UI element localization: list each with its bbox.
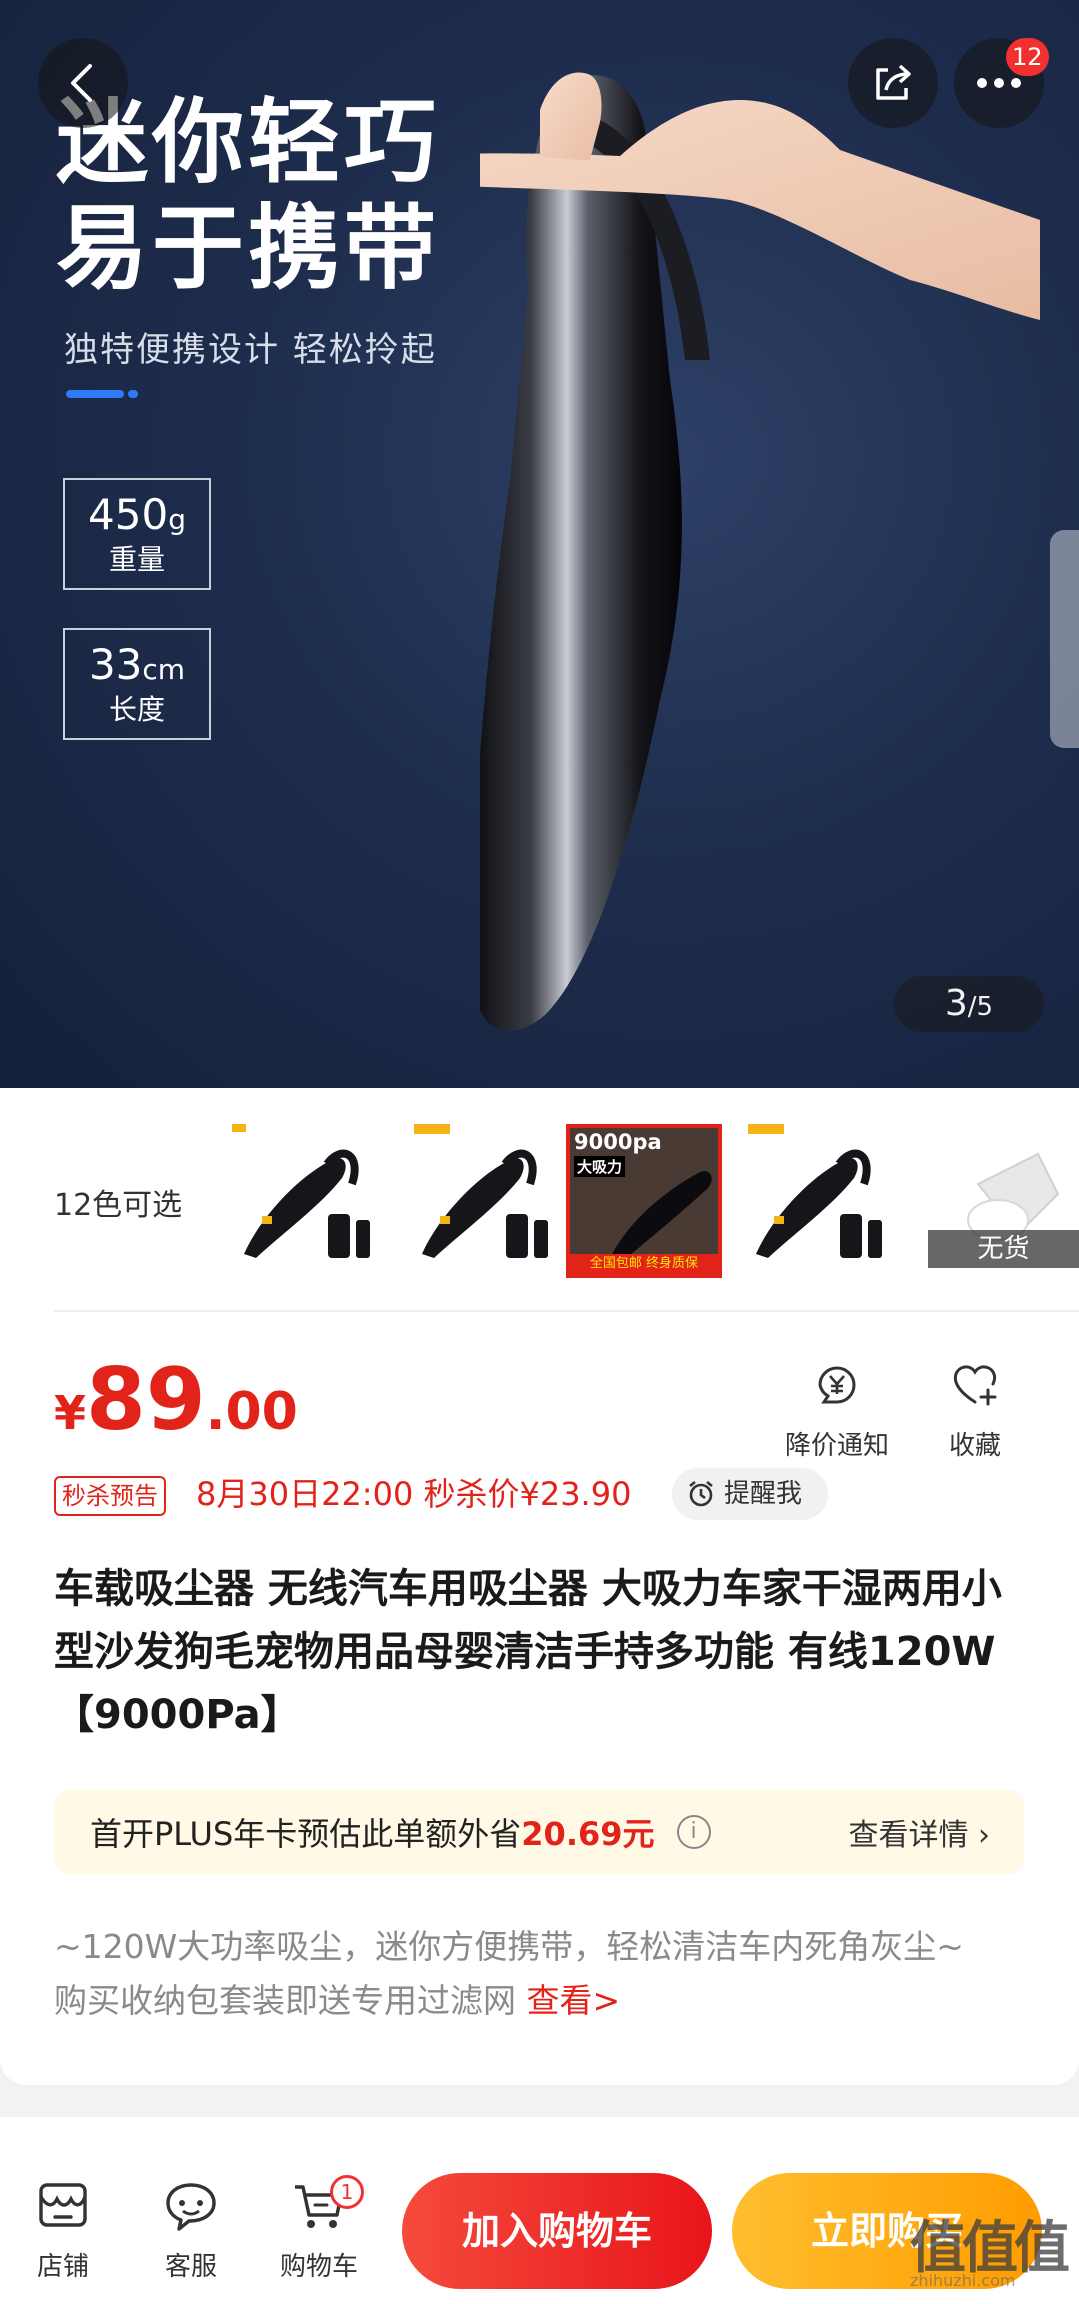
view-more-link[interactable]: 查看> — [527, 1981, 621, 2020]
plus-view-details-link[interactable]: 查看详情 › — [848, 1810, 990, 1854]
customer-service-label: 客服 — [164, 2252, 217, 2282]
remind-me-button[interactable]: 提醒我 — [672, 1468, 828, 1520]
share-icon — [876, 64, 911, 100]
variant-thumb[interactable] — [232, 1124, 388, 1278]
more-badge: 12 — [1006, 38, 1049, 76]
plus-savings-banner[interactable]: 首开PLUS年卡预估此单额外省 20.69元 i 查看详情 › — [54, 1790, 1024, 1874]
price: ¥89.00 — [54, 1350, 298, 1450]
hero-headline: 迷你轻巧 易于携带 — [56, 90, 440, 302]
heart-plus-icon — [953, 1365, 997, 1406]
out-of-stock-label: 无货 — [928, 1230, 1079, 1268]
spec-length: 33cm 长度 — [63, 628, 211, 740]
product-info-card: 12色可选 9000pa 大吸力 全国包邮 终身质保 无货 ¥89.00 降价通… — [0, 1088, 1079, 2085]
cart-count-badge: 1 — [330, 2175, 364, 2209]
image-counter: 3/5 — [894, 976, 1044, 1032]
variant-selected-footer: 全国包邮 终身质保 — [570, 1254, 718, 1274]
description-line2: 购买收纳包套装即送专用过滤网 — [54, 1981, 527, 2020]
chat-bubble-icon — [166, 2183, 216, 2231]
alarm-clock-icon — [689, 1480, 713, 1507]
chevron-left-icon — [71, 64, 92, 102]
info-icon[interactable]: i — [676, 1815, 711, 1849]
add-to-cart-button[interactable]: 加入购物车 — [402, 2173, 712, 2289]
shop-label: 店铺 — [36, 2252, 89, 2282]
divider — [54, 1310, 1079, 1312]
variant-thumb-selected[interactable]: 9000pa 大吸力 全国包邮 终身质保 — [566, 1124, 722, 1278]
variant-count-label: 12色可选 — [54, 1188, 183, 1223]
seckill-preview-text: 8月30日22:00 秒杀价¥23.90 — [196, 1475, 632, 1513]
hero-subtitle: 独特便携设计 轻松拎起 — [64, 330, 437, 370]
spec-weight: 450g 重量 — [63, 478, 211, 590]
product-description: ~120W大功率吸尘，迷你方便携带，轻松清洁车内死角灰尘~ 购买收纳包套装即送专… — [54, 1920, 1044, 2028]
favorite-label: 收藏 — [948, 1431, 1001, 1461]
price-alert-label: 降价通知 — [784, 1431, 889, 1461]
variant-thumb[interactable] — [744, 1124, 900, 1278]
price-alert-button[interactable]: 降价通知 — [782, 1358, 892, 1462]
shop-button[interactable]: 店铺 — [18, 2177, 108, 2283]
plus-savings-amount: 20.69元 — [521, 1815, 655, 1853]
plus-savings-text: 首开PLUS年卡预估此单额外省 — [90, 1815, 522, 1853]
description-line1: ~120W大功率吸尘，迷你方便携带，轻松清洁车内死角灰尘~ — [54, 1927, 964, 1966]
product-title: 车载吸尘器 无线汽车用吸尘器 大吸力车家干湿两用小型沙发狗毛宠物用品母婴清洁手持… — [54, 1566, 1002, 1738]
yuan-bell-icon — [818, 1366, 856, 1404]
cart-label: 购物车 — [279, 2252, 358, 2282]
remind-me-label: 提醒我 — [724, 1479, 803, 1509]
side-drawer-handle[interactable] — [1050, 530, 1079, 748]
back-button[interactable] — [38, 38, 128, 128]
product-image-carousel[interactable]: 迷你轻巧 易于携带 独特便携设计 轻松拎起 450g 重量 33cm 长度 12… — [0, 0, 1079, 1088]
bottom-action-bar: 店铺 客服 购物车 1 加入购物车 立即购买 值值值 zhihuzhi.com — [0, 2117, 1079, 2304]
vacuum-thumbnail-icon — [232, 1124, 370, 1258]
favorite-button[interactable]: 收藏 — [930, 1358, 1020, 1462]
hero-accent-dot — [128, 390, 138, 398]
store-icon — [39, 2183, 87, 2227]
customer-service-button[interactable]: 客服 — [146, 2177, 236, 2283]
vacuum-thumbnail-icon — [414, 1124, 548, 1258]
vacuum-thumbnail-icon — [748, 1124, 882, 1258]
hero-headline-line2: 易于携带 — [56, 195, 441, 302]
vacuum-product-image — [480, 72, 1040, 1031]
seckill-tag: 秒杀预告 — [54, 1476, 166, 1516]
hero-accent-bar — [66, 390, 124, 398]
more-dots-icon — [977, 78, 1021, 88]
site-watermark-url: zhihuzhi.com — [910, 2271, 1016, 2290]
variant-thumb[interactable] — [410, 1124, 566, 1278]
share-button[interactable] — [848, 38, 938, 128]
